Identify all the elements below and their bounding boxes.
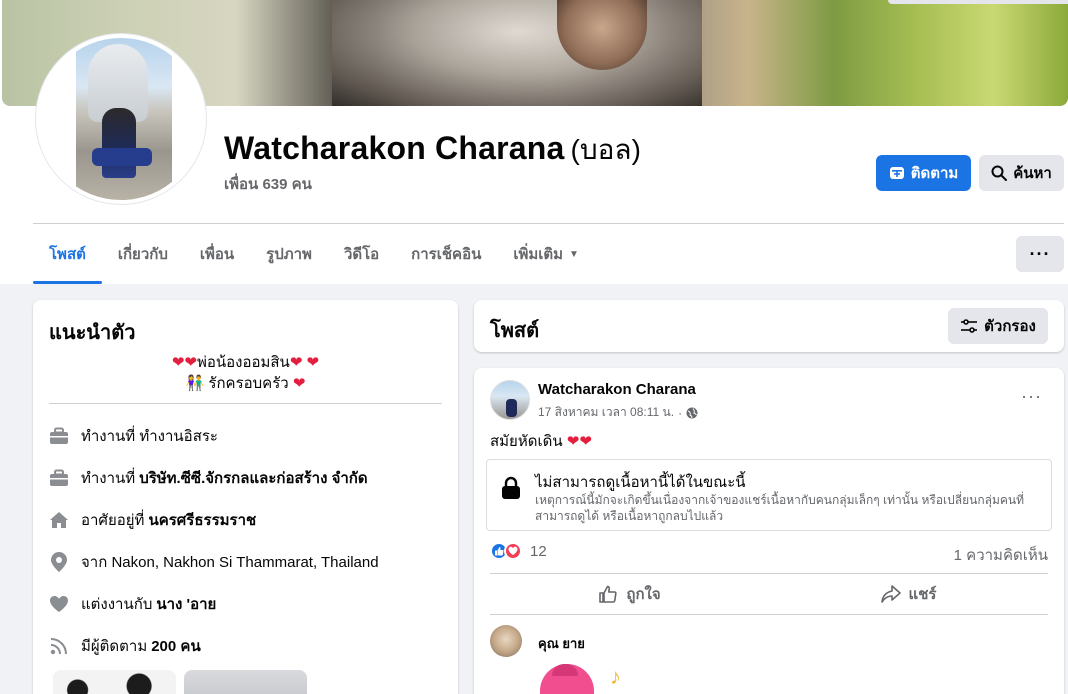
bio-line-2: 👫 รักครอบครัว ❤ xyxy=(33,373,458,394)
work-2-place[interactable]: บริษัท.ซีซี.จักรกลและก่อสร้าง จำกัด xyxy=(139,466,367,490)
tab-videos[interactable]: วิดีโอ xyxy=(328,224,395,284)
post-author-avatar[interactable] xyxy=(490,380,530,420)
comment-count-link[interactable]: 1 ความคิดเห็น xyxy=(954,543,1048,567)
lives-place[interactable]: นครศรีธรรมราช xyxy=(148,508,256,532)
share-button-label: แชร์ xyxy=(908,586,937,603)
thumbs-up-icon xyxy=(599,585,617,603)
posts-title: โพสต์ xyxy=(490,320,540,342)
intro-divider xyxy=(49,403,442,404)
featured-photo-1[interactable] xyxy=(53,670,176,694)
filter-icon xyxy=(961,319,978,333)
follow-button-label: ติดตาม xyxy=(910,165,959,182)
post-text-content: สมัยหัดเดิน xyxy=(490,433,563,450)
heart-outline-icon xyxy=(49,594,69,614)
intro-from: จาก Nakon, Nakhon Si Thammarat, Thailand xyxy=(49,550,379,574)
intro-married: แต่งงานกับ นาง 'อาย xyxy=(49,592,216,616)
family-icon: 👫 xyxy=(185,375,205,392)
tab-checkins[interactable]: การเช็คอิน xyxy=(395,224,497,284)
tab-posts[interactable]: โพสต์ xyxy=(33,224,102,284)
reactions-summary[interactable]: 12 xyxy=(490,542,547,560)
search-icon xyxy=(991,165,1008,181)
caret-down-icon: ▼ xyxy=(569,248,579,260)
location-pin-icon xyxy=(49,552,69,572)
person-shape xyxy=(102,108,136,178)
posts-header-card: โพสต์ ตัวกรอง xyxy=(474,300,1064,352)
followers-count[interactable]: 200 คน xyxy=(151,634,200,658)
featured-photo-2[interactable] xyxy=(184,670,307,694)
post-card: Watcharakon Charana 17 สิงหาคม เวลา 08:1… xyxy=(474,368,1064,694)
post-options-button[interactable]: ··· xyxy=(1021,386,1042,407)
person-legs-shape xyxy=(92,148,152,166)
lives-prefix: อาศัยอยู่ที่ xyxy=(81,512,145,529)
content-unavailable-box: ไม่สามารถดูเนื้อหานี้ได้ในขณะนี้ เหตุการ… xyxy=(486,459,1052,531)
meta-separator: · xyxy=(678,405,683,420)
music-note-icon: ♪ xyxy=(610,664,621,689)
bio-line-1: ❤❤พ่อน้องออมสิน❤ ❤ xyxy=(33,352,458,373)
friends-count-link[interactable]: เพื่อน 639 คน xyxy=(224,172,312,196)
search-button-label: ค้นหา xyxy=(1013,165,1052,182)
search-button[interactable]: ค้นหา xyxy=(979,155,1064,191)
follow-button[interactable]: ติดตาม xyxy=(876,155,971,191)
bio-line-1-text: พ่อน้องออมสิน xyxy=(197,354,290,371)
more-options-button[interactable]: ··· xyxy=(1016,236,1064,272)
from-place[interactable]: Nakon, Nakhon Si Thammarat, Thailand xyxy=(111,554,378,571)
intro-lives-in: อาศัยอยู่ที่ นครศรีธรรมราช xyxy=(49,508,256,532)
post-timestamp[interactable]: 17 สิงหาคม เวลา 08:11 น. xyxy=(538,403,674,422)
tab-friends[interactable]: เพื่อน xyxy=(184,224,250,284)
intro-followers: มีผู้ติดตาม 200 คน xyxy=(49,634,201,658)
from-prefix: จาก xyxy=(81,554,108,571)
rss-icon xyxy=(49,636,69,656)
intro-title: แนะนำตัว xyxy=(49,322,136,344)
love-reaction-icon xyxy=(504,542,522,560)
work-2-prefix: ทำงานที่ xyxy=(81,470,136,487)
profile-name-line: Watcharakon Charana (บอล) xyxy=(224,128,641,172)
post-author-name[interactable]: Watcharakon Charana xyxy=(538,381,696,398)
tab-more[interactable]: เพิ่มเติม ▼ xyxy=(497,224,595,284)
reaction-count: 12 xyxy=(530,542,547,560)
unavailable-body: เหตุการณ์นี้มักจะเกิดขึ้นเนื่องจากเจ้าขอ… xyxy=(535,493,1025,523)
unavailable-title: ไม่สามารถดูเนื้อหานี้ได้ในขณะนี้ xyxy=(535,474,746,491)
profile-nickname: (บอล) xyxy=(570,134,641,165)
post-divider xyxy=(490,614,1048,615)
commenter-name[interactable]: คุณ ยาย xyxy=(538,633,585,654)
married-prefix: แต่งงานกับ xyxy=(81,596,153,613)
intro-bio: ❤❤พ่อน้องออมสิน❤ ❤ 👫 รักครอบครัว ❤ xyxy=(33,352,458,394)
profile-name: Watcharakon Charana xyxy=(224,130,565,166)
cover-edit-pill xyxy=(888,0,1068,4)
intro-work-1: ทำงานที่ ทำงานอิสระ xyxy=(49,424,218,448)
work-1-place: ทำงานอิสระ xyxy=(139,428,218,445)
share-button[interactable]: แชร์ xyxy=(769,574,1048,614)
heart-icon: ❤ xyxy=(292,375,306,392)
like-button-label: ถูกใจ xyxy=(626,586,661,603)
heart-icon: ❤ ❤ xyxy=(289,354,320,371)
lock-icon xyxy=(502,476,520,499)
profile-avatar[interactable] xyxy=(35,33,207,205)
filter-button-label: ตัวกรอง xyxy=(984,318,1036,335)
follow-icon xyxy=(889,167,904,179)
briefcase-icon xyxy=(49,468,69,488)
share-icon xyxy=(880,585,901,603)
profile-tabs: โพสต์ เกี่ยวกับ เพื่อน รูปภาพ วิดีโอ การ… xyxy=(33,224,595,284)
filter-button[interactable]: ตัวกรอง xyxy=(948,308,1048,344)
home-icon xyxy=(49,510,69,530)
post-meta: 17 สิงหาคม เวลา 08:11 น. · xyxy=(538,403,698,422)
bio-line-2-text: รักครอบครัว xyxy=(208,375,289,392)
intro-work-2: ทำงานที่ บริษัท.ซีซี.จักรกลและก่อสร้าง จำ… xyxy=(49,466,368,490)
commenter-avatar[interactable] xyxy=(490,625,522,657)
heart-icon: ❤❤ xyxy=(171,354,197,371)
work-1-prefix: ทำงานที่ xyxy=(81,428,136,445)
person-shape xyxy=(506,399,517,417)
tab-about[interactable]: เกี่ยวกับ xyxy=(102,224,184,284)
profile-picture xyxy=(40,38,202,200)
post-text: สมัยหัดเดิน ❤❤ xyxy=(490,429,592,453)
followers-prefix: มีผู้ติดตาม xyxy=(81,638,148,655)
married-name[interactable]: นาง 'อาย xyxy=(156,592,216,616)
tab-photos[interactable]: รูปภาพ xyxy=(250,224,328,284)
briefcase-icon xyxy=(49,426,69,446)
tab-more-label: เพิ่มเติม xyxy=(513,246,564,263)
globe-icon xyxy=(686,407,698,418)
like-button[interactable]: ถูกใจ xyxy=(490,574,769,614)
heart-icon: ❤❤ xyxy=(566,433,592,450)
intro-card: แนะนำตัว ❤❤พ่อน้องออมสิน❤ ❤ 👫 รักครอบครั… xyxy=(33,300,458,694)
